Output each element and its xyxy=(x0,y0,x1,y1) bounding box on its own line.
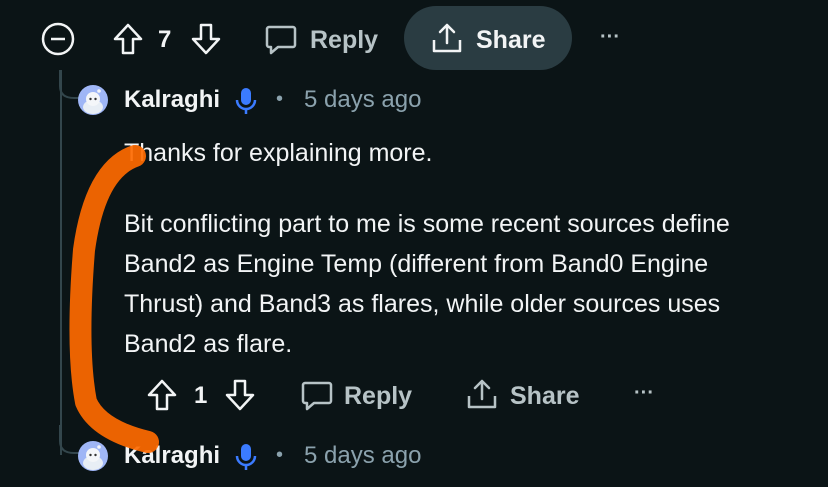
reply-icon[interactable] xyxy=(264,23,298,57)
vote-count: 1 xyxy=(194,382,208,409)
snoo-avatar-icon xyxy=(83,89,103,114)
reply-button[interactable]: Reply xyxy=(344,382,412,411)
vote-count: 7 xyxy=(158,26,172,53)
upvote-icon[interactable] xyxy=(112,22,144,56)
comment-timestamp[interactable]: 5 days ago xyxy=(304,86,421,114)
reply-icon[interactable] xyxy=(300,379,334,413)
microphone-icon xyxy=(235,88,257,114)
share-icon[interactable] xyxy=(465,378,499,412)
comment-body-paragraph: Thanks for explaining more. xyxy=(124,139,433,167)
share-label: Share xyxy=(476,26,546,54)
more-options-icon[interactable]: ··· xyxy=(634,382,654,405)
separator-dot: • xyxy=(276,444,284,466)
separator-dot: • xyxy=(276,88,284,110)
downvote-icon[interactable] xyxy=(224,378,256,412)
reply-button[interactable]: Reply xyxy=(310,26,378,55)
microphone-icon xyxy=(235,444,257,470)
share-icon xyxy=(432,23,462,53)
comment-timestamp[interactable]: 5 days ago xyxy=(304,442,421,470)
comment-body-paragraph: Bit conflicting part to me is some recen… xyxy=(124,210,730,358)
more-options-icon[interactable]: ··· xyxy=(600,26,620,49)
comment-thread: 7 Reply Share ··· Kalraghi • 5 days ago … xyxy=(0,0,828,487)
comment-username[interactable]: Kalraghi xyxy=(124,86,220,114)
collapse-icon[interactable] xyxy=(40,21,76,57)
avatar[interactable] xyxy=(78,85,108,115)
share-button[interactable]: Share xyxy=(510,382,579,411)
annotation-bracket-mark xyxy=(69,145,159,453)
downvote-icon[interactable] xyxy=(190,22,222,56)
